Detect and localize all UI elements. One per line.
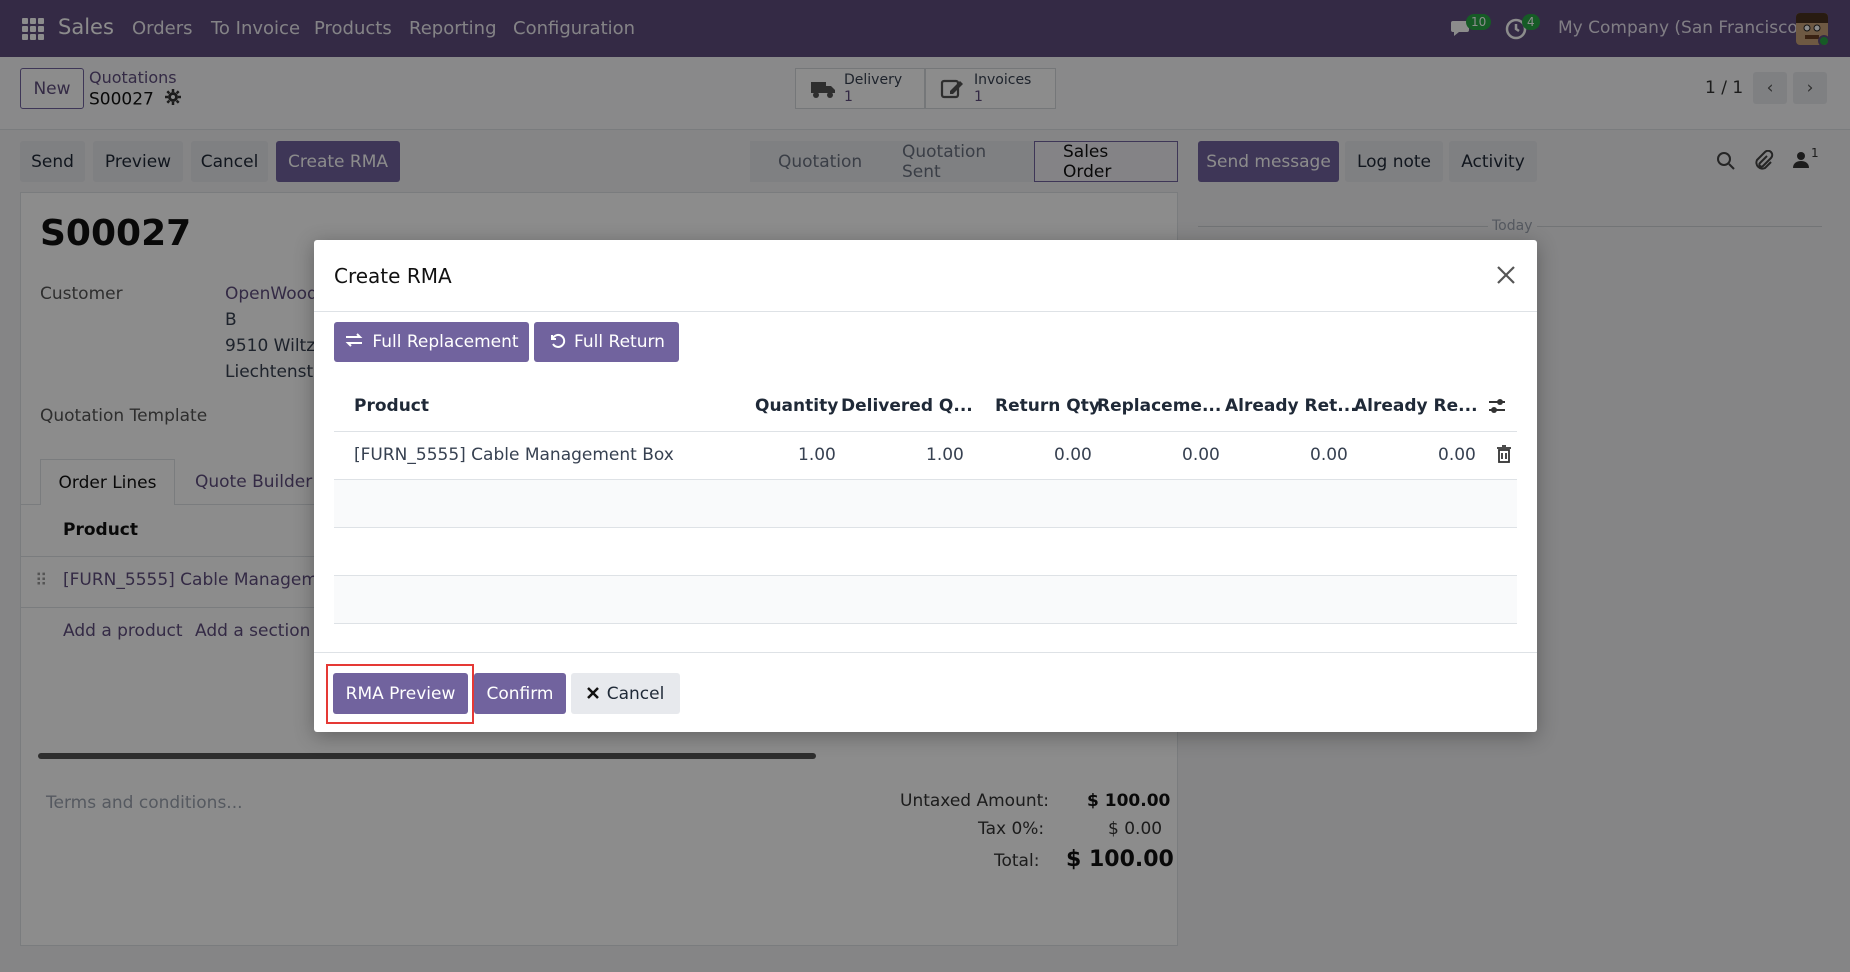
col-replacement[interactable]: Replaceme... xyxy=(1097,396,1221,416)
col-product[interactable]: Product xyxy=(354,396,429,416)
empty-row xyxy=(334,480,1517,528)
full-replacement-button[interactable]: Full Replacement xyxy=(334,322,529,362)
col-already-replaced[interactable]: Already Re... xyxy=(1354,396,1478,416)
full-return-label: Full Return xyxy=(574,332,665,352)
row-replacement[interactable]: 0.00 xyxy=(1182,445,1220,465)
create-rma-dialog: Create RMA Full Replacement Full Return … xyxy=(314,240,1537,732)
empty-row xyxy=(334,528,1517,576)
col-delivered-qty[interactable]: Delivered Q... xyxy=(841,396,973,416)
row-product[interactable]: [FURN_5555] Cable Management Box xyxy=(354,445,674,465)
modal-header: Create RMA xyxy=(314,240,1537,312)
table-row[interactable]: [FURN_5555] Cable Management Box 1.00 1.… xyxy=(334,432,1517,480)
row-quantity[interactable]: 1.00 xyxy=(798,445,836,465)
full-return-button[interactable]: Full Return xyxy=(534,322,679,362)
full-replacement-label: Full Replacement xyxy=(372,332,519,352)
close-icon[interactable] xyxy=(1493,262,1519,288)
close-icon xyxy=(586,684,599,704)
swap-arrows-icon xyxy=(344,332,364,353)
col-return-qty[interactable]: Return Qty xyxy=(995,396,1100,416)
confirm-button[interactable]: Confirm xyxy=(474,673,566,714)
empty-row xyxy=(334,576,1517,624)
optional-columns-icon[interactable] xyxy=(1487,397,1507,420)
col-quantity[interactable]: Quantity xyxy=(755,396,838,416)
rma-lines-header: Product Quantity Delivered Q... Return Q… xyxy=(334,380,1517,432)
row-return-qty[interactable]: 0.00 xyxy=(1054,445,1092,465)
trash-icon[interactable] xyxy=(1497,445,1511,468)
col-already-returned[interactable]: Already Ret... xyxy=(1225,396,1357,416)
cancel-dialog-button[interactable]: Cancel xyxy=(571,673,680,714)
modal-title: Create RMA xyxy=(334,264,452,288)
row-delivered[interactable]: 1.00 xyxy=(926,445,964,465)
undo-icon xyxy=(548,331,566,354)
cancel-dialog-label: Cancel xyxy=(606,683,665,704)
row-already-replaced[interactable]: 0.00 xyxy=(1438,445,1476,465)
row-already-returned[interactable]: 0.00 xyxy=(1310,445,1348,465)
rma-preview-button[interactable]: RMA Preview xyxy=(333,673,468,714)
modal-footer: RMA Preview Confirm Cancel xyxy=(314,652,1537,732)
